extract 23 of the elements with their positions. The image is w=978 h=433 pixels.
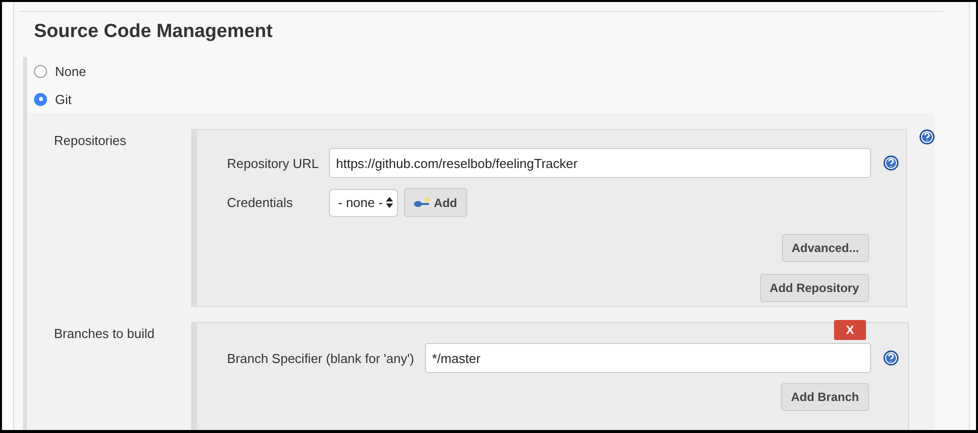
- field-label: Branches to build: [53, 325, 156, 341]
- delete-button[interactable]: X: [834, 320, 866, 340]
- branch-input[interactable]: */master: [425, 343, 871, 373]
- help-icon[interactable]: [919, 129, 935, 145]
- add-button[interactable]: Add: [404, 188, 468, 217]
- radio-option[interactable]: Git: [27, 85, 963, 113]
- advanced-button[interactable]: Advanced...: [782, 234, 869, 262]
- radio-option[interactable]: None: [27, 57, 963, 85]
- radio-button[interactable]: [34, 64, 47, 78]
- key-icon: [414, 196, 430, 208]
- sort-arrows-icon: [386, 197, 393, 208]
- field-label: Credentials: [227, 195, 294, 210]
- field-label: Repositories: [53, 132, 128, 148]
- radio-button[interactable]: [34, 92, 47, 106]
- help-icon[interactable]: [883, 155, 899, 171]
- section-title: Source Code Management: [34, 21, 274, 44]
- field-label: Repository URL: [227, 156, 319, 170]
- field-label: Branch Specifier (blank for 'any'): [227, 350, 415, 366]
- add-branch-button[interactable]: Add Branch: [780, 383, 869, 411]
- help-icon[interactable]: [883, 350, 899, 366]
- add-repository-button[interactable]: Add Repository: [760, 274, 869, 302]
- url-input[interactable]: https://github.com/reselbob/feelingTracker: [329, 148, 871, 178]
- credentials-select[interactable]: - none -: [329, 188, 398, 216]
